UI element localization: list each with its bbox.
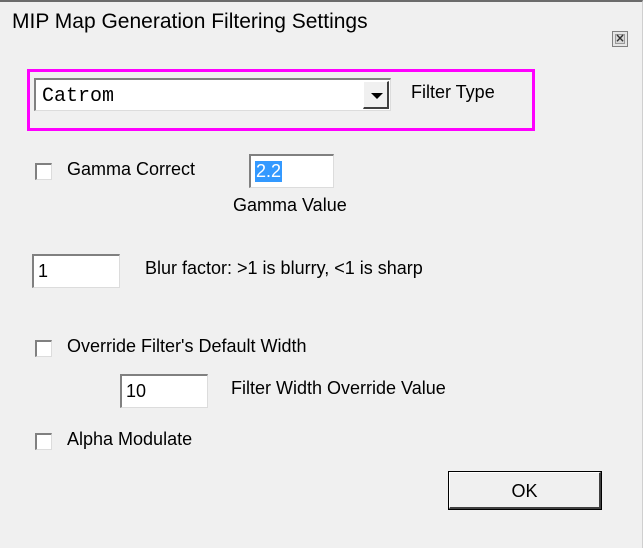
- title-bar[interactable]: MIP Map Generation Filtering Settings ×: [0, 2, 641, 47]
- filter-type-dropdown[interactable]: Catrom: [34, 78, 391, 111]
- gamma-value-text: 2.2: [255, 161, 283, 182]
- filter-type-label: Filter Type: [411, 82, 495, 102]
- dialog-window: MIP Map Generation Filtering Settings × …: [0, 0, 643, 548]
- ok-button[interactable]: OK: [448, 471, 602, 510]
- close-button[interactable]: ×: [612, 31, 628, 47]
- gamma-correct-checkbox[interactable]: [35, 163, 52, 180]
- gamma-value-input[interactable]: 2.2: [249, 154, 334, 188]
- override-width-label[interactable]: Override Filter's Default Width: [67, 336, 307, 357]
- dropdown-arrow-button[interactable]: [363, 81, 389, 109]
- filter-type-selected-value: Catrom: [42, 85, 115, 108]
- override-width-checkbox[interactable]: [35, 340, 52, 357]
- close-icon: ×: [614, 31, 626, 45]
- gamma-correct-label[interactable]: Gamma Correct: [67, 159, 195, 180]
- ok-button-label: OK: [511, 481, 538, 501]
- blur-factor-label: Blur factor: >1 is blurry, <1 is sharp: [145, 258, 423, 278]
- alpha-modulate-label[interactable]: Alpha Modulate: [67, 429, 192, 450]
- filter-width-label: Filter Width Override Value: [231, 378, 446, 398]
- filter-width-text: 10: [126, 381, 147, 401]
- filter-width-input[interactable]: 10: [120, 374, 208, 408]
- blur-factor-input[interactable]: 1: [32, 254, 120, 288]
- window-title: MIP Map Generation Filtering Settings: [12, 10, 368, 33]
- blur-factor-text: 1: [38, 261, 49, 281]
- gamma-value-label: Gamma Value: [233, 195, 347, 215]
- alpha-modulate-checkbox[interactable]: [35, 433, 52, 450]
